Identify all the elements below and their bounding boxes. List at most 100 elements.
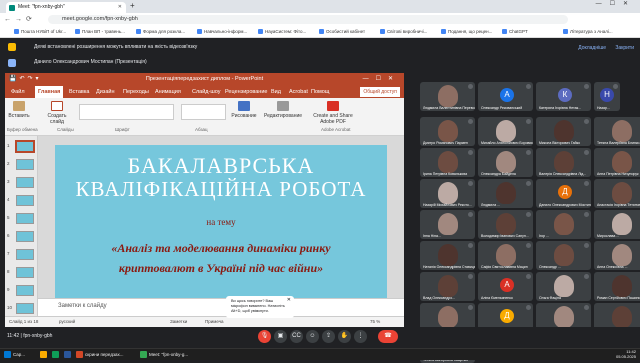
participant-tile[interactable]: Інна Ніна...: [420, 210, 475, 239]
participant-tile[interactable]: Ірина Петрівна Ковалькова: [420, 148, 475, 177]
browser-nav-icons[interactable]: ←→⟳: [4, 15, 36, 23]
notes-toggle[interactable]: Заметки: [170, 317, 187, 327]
participant-tile[interactable]: Д Данило Олександрович Мостипан: [536, 179, 591, 208]
participant-tile[interactable]: А Аліна Ємельяненко: [478, 272, 533, 301]
participant-tile[interactable]: Ігор ...: [536, 210, 591, 239]
present-screen-icon[interactable]: ⇪: [322, 330, 335, 343]
slide-thumbnail[interactable]: [16, 177, 34, 188]
participant-tile[interactable]: Анна Олексіївна ...: [594, 241, 640, 270]
ribbon-tab[interactable]: Вид: [271, 86, 281, 98]
emoji-icon[interactable]: ☺: [306, 330, 319, 343]
participant-tile[interactable]: Мирослава ...: [594, 210, 640, 239]
participant-tile[interactable]: Людмила Валентинівна Перевозова: [420, 82, 475, 111]
taskbar-app[interactable]: Meet: "fpn-xnby-g...: [140, 350, 188, 360]
mic-off-icon[interactable]: 🎙: [258, 330, 271, 343]
ribbon-tab[interactable]: Слайд-шоу: [192, 86, 221, 98]
slide-thumbnail[interactable]: [15, 140, 35, 153]
participant-video: [554, 120, 574, 142]
paragraph-controls[interactable]: [181, 104, 226, 120]
learn-more-button[interactable]: Докладніше: [578, 45, 606, 51]
ribbon-tab[interactable]: Файл: [11, 86, 25, 98]
slide-thumbnail[interactable]: [16, 267, 34, 278]
ribbon-tab[interactable]: Вставка: [69, 86, 89, 98]
participant-tile[interactable]: Назарій Михайлович Рекото...: [420, 179, 475, 208]
new-tab-icon[interactable]: +: [130, 1, 135, 10]
participant-tile[interactable]: Людмила ...: [478, 179, 533, 208]
participant-tile[interactable]: Валерія Олександрівна Лід...: [536, 148, 591, 177]
captions-icon[interactable]: CC: [290, 330, 303, 343]
bookmark-item[interactable]: Форма для розкла...: [136, 28, 185, 36]
taskbar-app[interactable]: скрини передзах...: [76, 350, 124, 360]
window-controls[interactable]: —☐✕: [596, 0, 636, 7]
camera-icon[interactable]: ▣: [274, 330, 287, 343]
participant-tile[interactable]: Наталія Олександрівна Ставицька: [420, 241, 475, 270]
ribbon-tab[interactable]: Переходы: [123, 86, 149, 98]
bookmark-item[interactable]: План ВП - травень...: [75, 28, 125, 36]
participant-tile[interactable]: Анна Петрівна Ничупорук: [594, 148, 640, 177]
participant-tile[interactable]: Ольга Фаціна: [536, 272, 591, 301]
drawing-button[interactable]: Рисование: [229, 101, 259, 119]
bookmark-item[interactable]: Навчально-інформ...: [197, 28, 247, 36]
participant-tile[interactable]: Роман Сергійович Пашинок: [594, 272, 640, 301]
close-tooltip-icon[interactable]: ✕: [287, 298, 291, 303]
tell-me-search[interactable]: Помощ: [311, 86, 329, 98]
ribbon-tab[interactable]: Рецензирование: [225, 86, 267, 98]
participant-tile[interactable]: Н Назар...: [594, 82, 620, 111]
slide-thumbnail[interactable]: [16, 195, 34, 206]
participant-tile[interactable]: Микола Вікторович Гайко: [536, 117, 591, 146]
slide-thumbnail[interactable]: [16, 213, 34, 224]
adobe-pdf-button[interactable]: Create and Share Adobe PDF: [307, 101, 359, 125]
bookmark-item[interactable]: НауаСистем: Фіто...: [258, 28, 306, 36]
participant-tile[interactable]: Олександра Байдела: [478, 148, 533, 177]
ppt-window-controls[interactable]: —☐✕: [363, 73, 400, 86]
participant-tile[interactable]: К Катерина Ігорівна Нетак...: [536, 82, 591, 111]
participant-tile[interactable]: Володимир Іванович Сапун...: [478, 210, 533, 239]
slide-thumbnail[interactable]: [16, 285, 34, 296]
bookmark-item[interactable]: ChatGPT: [502, 28, 528, 36]
paste-button[interactable]: Вставить: [8, 101, 30, 119]
participant-video: [496, 120, 516, 142]
font-controls[interactable]: [79, 104, 174, 120]
close-tab-icon[interactable]: ✕: [118, 2, 122, 13]
dismiss-button[interactable]: Закрити: [615, 45, 634, 51]
end-call-button[interactable]: ☎: [378, 330, 398, 343]
slide-thumbnail[interactable]: [16, 231, 34, 242]
slide-thumbnail[interactable]: [16, 303, 34, 314]
participant-tile[interactable]: Сафія Святославівна Мацин: [478, 241, 533, 270]
browser-tab[interactable]: Meet: "fpn-xnby-gbh" ✕: [6, 2, 126, 13]
bookmark-item[interactable]: Література з Аналі...: [563, 28, 613, 36]
url-field[interactable]: meet.google.com/fpn-xnby-gbh: [48, 15, 568, 24]
quick-access-toolbar[interactable]: 💾↶↷▾: [9, 73, 42, 86]
more-options-icon[interactable]: ⋮: [354, 330, 367, 343]
participant-tile[interactable]: Олександр ...: [536, 241, 591, 270]
bookmark-item[interactable]: Пошта НУБіП of Ukr...: [14, 28, 66, 36]
participant-tile[interactable]: Тетяна Валеріївна Блинко...: [594, 117, 640, 146]
participant-tile[interactable]: Михайло Анатолійович Боровик: [478, 117, 533, 146]
editing-button[interactable]: Редактирование: [263, 101, 303, 119]
taskbar-app[interactable]: [40, 350, 49, 360]
participant-tile[interactable]: Анастасія Ігорівна Тетянченко: [594, 179, 640, 208]
participant-tile[interactable]: Дмитро Романович Пармен: [420, 117, 475, 146]
ribbon-tab[interactable]: Главная: [35, 86, 64, 98]
raise-hand-icon[interactable]: ✋: [338, 330, 351, 343]
bookmark-item[interactable]: Подання, що рецен...: [441, 28, 492, 36]
ribbon-tab[interactable]: Дизайн: [96, 86, 115, 98]
slide-notes-field[interactable]: Заметки к слайду: [38, 298, 404, 316]
bookmark-item[interactable]: Особистий кабінет: [319, 28, 365, 36]
bookmark-item[interactable]: Світові виробничі...: [380, 28, 427, 36]
zoom-level[interactable]: 75 %: [370, 317, 380, 327]
participant-tile[interactable]: Влад Олександро...: [420, 272, 475, 301]
ribbon-tab[interactable]: Анимация: [155, 86, 181, 98]
taskbar-app[interactable]: [52, 350, 61, 360]
presenting-banner: Данило Олександрович Мостипан (Презентац…: [0, 55, 640, 70]
taskbar-app[interactable]: Сар...: [4, 350, 25, 360]
slide-thumbnail[interactable]: [16, 249, 34, 260]
taskbar-app[interactable]: [64, 350, 73, 360]
participant-tile[interactable]: А Олександр Рекованський: [478, 82, 533, 111]
comments-toggle[interactable]: Примеча: [205, 317, 224, 327]
ribbon-tab[interactable]: Acrobat: [289, 86, 308, 98]
slide-thumbnail[interactable]: [16, 159, 34, 170]
share-button[interactable]: Общий доступ: [360, 87, 400, 97]
create-slide-button[interactable]: Создать слайд: [45, 101, 69, 125]
bookmark-icon: [441, 29, 446, 34]
